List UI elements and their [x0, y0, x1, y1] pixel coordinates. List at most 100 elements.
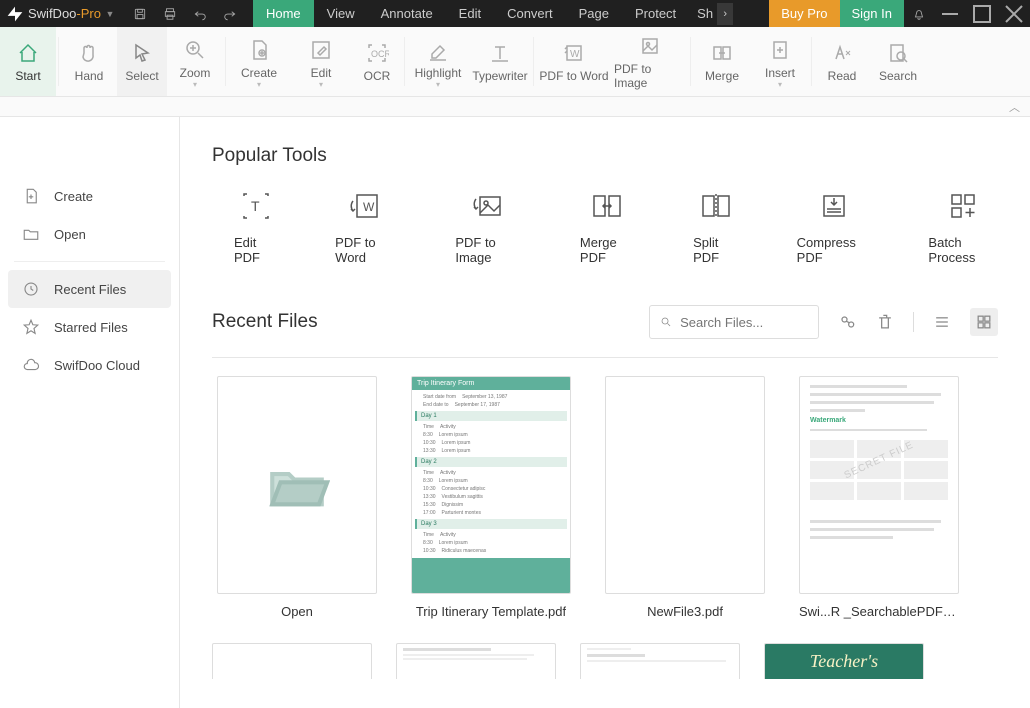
blank-thumb — [605, 376, 765, 594]
menu-tab-page[interactable]: Page — [566, 0, 622, 27]
titlebar: SwifDoo-Pro ▼ Home View Annotate Edit Co… — [0, 0, 1030, 27]
ribbon-hand[interactable]: Hand — [61, 27, 117, 96]
sidebar-label: Open — [54, 227, 86, 242]
app-logo-icon — [4, 0, 26, 27]
menu-tab-convert[interactable]: Convert — [494, 0, 566, 27]
sidebar-item-recent[interactable]: Recent Files — [8, 270, 171, 308]
ribbon-insert[interactable]: Insert▾ — [751, 27, 809, 96]
menu-tabs: Home View Annotate Edit Convert Page Pro… — [253, 0, 717, 27]
ribbon-search[interactable]: Search — [870, 27, 926, 96]
sidebar-item-starred[interactable]: Starred Files — [0, 308, 179, 346]
recent-files-grid: Open Trip Itinerary Form Start date from… — [212, 376, 998, 619]
merge-icon — [710, 41, 734, 65]
hand-icon — [77, 41, 101, 65]
menu-tab-protect[interactable]: Protect — [622, 0, 689, 27]
list-view-icon[interactable] — [932, 312, 952, 332]
ribbon-merge[interactable]: Merge — [693, 27, 751, 96]
ribbon-read[interactable]: Read — [814, 27, 870, 96]
tool-edit-pdf[interactable]: T Edit PDF — [234, 189, 277, 265]
compress-pdf-icon — [817, 189, 851, 223]
ribbon-create[interactable]: Create▾ — [228, 27, 290, 96]
popular-tools-row: T Edit PDF W PDF to Word PDF to Image Me… — [234, 189, 998, 265]
sidebar-item-open[interactable]: Open — [0, 215, 179, 253]
sidebar-item-create[interactable]: Create — [0, 177, 179, 215]
minimize-icon[interactable] — [934, 0, 966, 27]
save-icon[interactable] — [125, 0, 155, 27]
tool-compress-pdf[interactable]: Compress PDF — [797, 189, 871, 265]
app-suffix: -Pro — [76, 6, 101, 21]
pdf-to-word-icon: W — [349, 189, 383, 223]
create-icon — [247, 38, 271, 62]
search-input-field[interactable] — [680, 315, 808, 330]
menu-scroll-right-icon[interactable]: › — [717, 3, 733, 25]
ribbon-edit[interactable]: Edit▾ — [290, 27, 352, 96]
trash-icon[interactable] — [875, 312, 895, 332]
watermark-thumb: Watermark SECRET FILE — [799, 376, 959, 594]
menu-tab-edit[interactable]: Edit — [446, 0, 494, 27]
search-files-input[interactable] — [649, 305, 819, 339]
recent-card-newfile[interactable]: NewFile3.pdf — [600, 376, 770, 619]
menu-tab-home[interactable]: Home — [253, 0, 314, 27]
tool-split-pdf[interactable]: Split PDF — [693, 189, 739, 265]
svg-text:T: T — [251, 198, 260, 214]
tool-merge-pdf[interactable]: Merge PDF — [580, 189, 635, 265]
recent-card-row2-2[interactable] — [396, 643, 556, 679]
pin-icon[interactable] — [837, 312, 857, 332]
close-icon[interactable] — [998, 0, 1030, 27]
split-pdf-icon — [699, 189, 733, 223]
recent-card-open[interactable]: Open — [212, 376, 382, 619]
ribbon-start-label: Start — [15, 69, 40, 87]
grid-view-icon[interactable] — [970, 308, 998, 336]
undo-icon[interactable] — [185, 0, 215, 27]
recent-card-watermark[interactable]: Watermark SECRET FILE — [794, 376, 964, 619]
recent-card-row2-3[interactable] — [580, 643, 740, 679]
tool-label: Compress PDF — [797, 235, 871, 265]
recent-card-row2-1[interactable] — [212, 643, 372, 679]
menu-tab-view[interactable]: View — [314, 0, 368, 27]
ocr-icon: OCR — [365, 41, 389, 65]
maximize-icon[interactable] — [966, 0, 998, 27]
word-icon: W — [562, 41, 586, 65]
read-icon — [830, 41, 854, 65]
ribbon-pdf-to-word[interactable]: W PDF to Word — [536, 27, 612, 96]
ribbon-ocr-label: OCR — [364, 69, 391, 87]
edit-icon — [309, 38, 333, 62]
buy-pro-button[interactable]: Buy Pro — [769, 0, 839, 27]
svg-text:W: W — [363, 200, 375, 214]
menu-tab-share[interactable]: Sh — [689, 0, 717, 27]
ribbon-typewriter[interactable]: Typewriter — [469, 27, 531, 96]
tool-batch-process[interactable]: Batch Process — [928, 189, 998, 265]
ribbon-pdf-to-image[interactable]: PDF to Image — [612, 27, 688, 96]
menu-tab-annotate[interactable]: Annotate — [368, 0, 446, 27]
tool-pdf-to-word[interactable]: W PDF to Word — [335, 189, 397, 265]
tool-pdf-to-image[interactable]: PDF to Image — [455, 189, 522, 265]
ribbon-select[interactable]: Select — [117, 27, 167, 96]
tool-label: Batch Process — [928, 235, 998, 265]
typewriter-icon — [488, 41, 512, 65]
recent-card-itinerary[interactable]: Trip Itinerary Form Start date fromSepte… — [406, 376, 576, 619]
ribbon-highlight[interactable]: Highlight▾ — [407, 27, 469, 96]
sidebar-label: Create — [54, 189, 93, 204]
redo-icon[interactable] — [215, 0, 245, 27]
print-icon[interactable] — [155, 0, 185, 27]
clock-icon — [22, 280, 40, 298]
sidebar-label: Starred Files — [54, 320, 128, 335]
card-name: Open — [281, 604, 313, 619]
edit-pdf-icon: T — [239, 189, 273, 223]
ribbon-hand-label: Hand — [75, 69, 104, 87]
svg-text:OCR: OCR — [371, 49, 389, 59]
app-dropdown-icon[interactable]: ▼ — [101, 9, 119, 19]
cursor-icon — [130, 41, 154, 65]
ribbon-start[interactable]: Start — [0, 27, 56, 96]
recent-card-row2-teachers[interactable]: Teacher's — [764, 643, 924, 679]
sign-in-button[interactable]: Sign In — [840, 0, 904, 27]
sidebar-item-cloud[interactable]: SwifDoo Cloud — [0, 346, 179, 384]
search-small-icon — [660, 315, 672, 329]
zoom-icon — [183, 38, 207, 62]
ribbon-collapse-icon[interactable]: ︿ — [0, 97, 1030, 117]
bell-icon[interactable] — [904, 0, 934, 27]
ribbon-ocr[interactable]: OCR OCR — [352, 27, 402, 96]
ribbon-zoom[interactable]: Zoom▾ — [167, 27, 223, 96]
ribbon-p2w-label: PDF to Word — [539, 69, 608, 87]
star-icon — [22, 318, 40, 336]
